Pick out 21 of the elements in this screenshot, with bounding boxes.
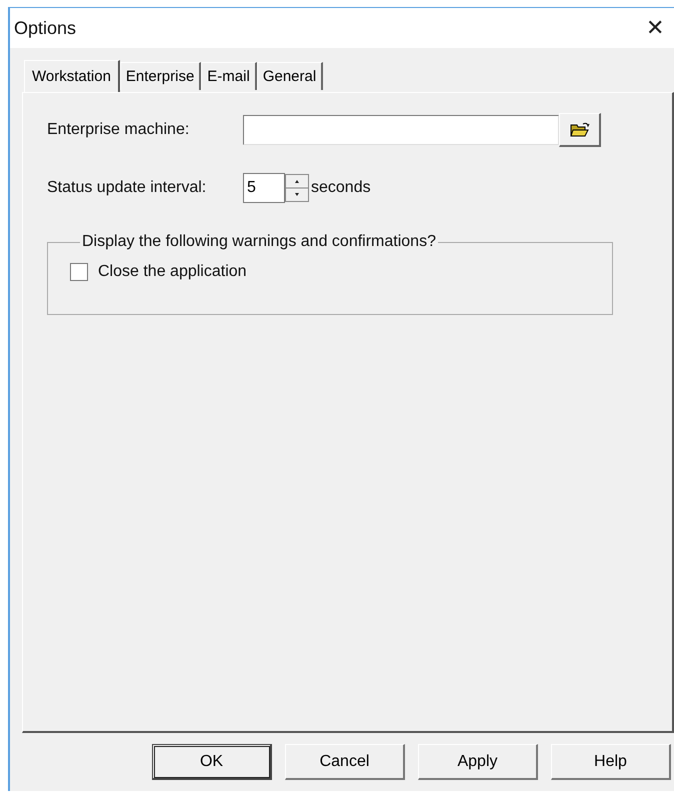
unit-label: seconds [311,179,371,197]
dialog-button[interactable]: Apply [418,744,538,780]
group-legend: Display the following warnings and confirmations? [80,233,438,251]
dialog-button[interactable]: OK [152,744,272,780]
tab[interactable]: E-mail [201,62,257,90]
field-label: Enterprise machine: [47,121,190,139]
tab[interactable]: Workstation [24,60,120,92]
close-button[interactable]: ✕ [642,15,668,41]
browse-button[interactable] [559,113,601,147]
tab[interactable]: General [256,62,324,90]
folder-icon [568,120,590,138]
dialog-button[interactable]: Help [551,744,671,780]
enterprise-machine-field[interactable] [243,115,559,145]
spinner-control[interactable] [285,174,309,202]
dialog-button[interactable]: Cancel [285,744,405,780]
tab[interactable]: Enterprise [120,62,202,90]
field-label: Status update interval: [47,179,208,197]
window-title: Options [14,18,76,38]
checkbox-label: Close the application [98,263,247,281]
checkbox[interactable] [70,263,88,281]
interval-field[interactable]: 5 [243,173,285,203]
